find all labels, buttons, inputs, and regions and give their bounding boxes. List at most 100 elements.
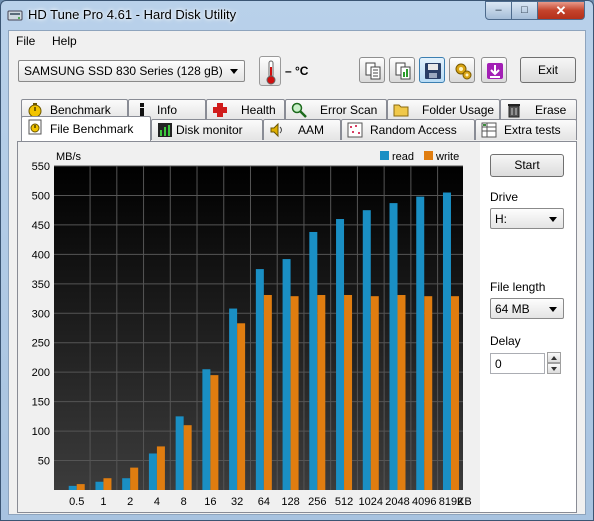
tab-label: Folder Usage bbox=[422, 103, 495, 117]
write-bar bbox=[344, 295, 353, 490]
health-cross-icon bbox=[213, 103, 227, 117]
magnifier-icon bbox=[291, 102, 307, 118]
read-bar bbox=[148, 453, 157, 490]
tab-aam[interactable]: AAM bbox=[263, 119, 341, 140]
menu-bar: File Help bbox=[9, 31, 585, 51]
chevron-down-icon bbox=[230, 69, 238, 74]
tab-folder-usage[interactable]: Folder Usage bbox=[387, 99, 500, 120]
menu-help[interactable]: Help bbox=[52, 34, 77, 48]
tab-label: Error Scan bbox=[320, 103, 378, 117]
tab-label: Info bbox=[157, 103, 178, 117]
exit-button[interactable]: Exit bbox=[520, 57, 576, 83]
tab-error-scan[interactable]: Error Scan bbox=[285, 99, 387, 120]
thermometer-icon bbox=[259, 56, 281, 86]
x-tick-label: 64 bbox=[258, 496, 270, 508]
title-bar[interactable]: HD Tune Pro 4.61 - Hard Disk Utility – □… bbox=[1, 1, 593, 29]
tab-extra-tests[interactable]: Extra tests bbox=[475, 119, 577, 140]
x-tick-label: 128 bbox=[281, 496, 299, 508]
drive-select-value: SAMSUNG SSD 830 Series (128 gB) bbox=[24, 64, 223, 78]
y-tick-label: 550 bbox=[32, 161, 50, 173]
x-tick-label: 2048 bbox=[385, 496, 409, 508]
x-tick-label: 512 bbox=[335, 496, 353, 508]
write-bar bbox=[397, 295, 406, 490]
options-icon bbox=[455, 63, 472, 80]
read-bar bbox=[282, 259, 291, 490]
legend-read-swatch bbox=[380, 151, 389, 160]
y-tick-label: 400 bbox=[32, 249, 50, 261]
x-tick-label: 1 bbox=[100, 496, 106, 508]
drive-select[interactable]: SAMSUNG SSD 830 Series (128 gB) bbox=[18, 60, 245, 82]
delay-spinner[interactable] bbox=[547, 352, 561, 374]
read-bar bbox=[95, 481, 104, 490]
spin-up-button[interactable] bbox=[547, 352, 561, 363]
copy-text-icon bbox=[365, 62, 381, 80]
tab-health[interactable]: Health bbox=[206, 99, 285, 120]
tab-label: File Benchmark bbox=[50, 122, 134, 136]
close-button[interactable]: ✕ bbox=[537, 1, 585, 20]
read-bar bbox=[175, 416, 184, 490]
write-bar bbox=[156, 446, 165, 490]
x-unit-label: KB bbox=[457, 496, 472, 508]
read-bar bbox=[309, 231, 318, 490]
copy-text-button[interactable] bbox=[359, 57, 385, 83]
tab-label: Extra tests bbox=[504, 123, 561, 137]
options-button[interactable] bbox=[449, 57, 475, 83]
scatter-grid-icon bbox=[347, 122, 363, 138]
read-bar bbox=[229, 308, 238, 490]
write-bar bbox=[317, 295, 326, 490]
save-button[interactable] bbox=[419, 57, 445, 83]
file-length-select[interactable]: 64 MB bbox=[490, 298, 564, 319]
x-tick-label: 16 bbox=[204, 496, 216, 508]
download-icon bbox=[487, 63, 503, 79]
read-bar bbox=[389, 203, 398, 490]
x-tick-label: 4 bbox=[154, 496, 160, 508]
tab-random-access[interactable]: Random Access bbox=[341, 119, 475, 140]
stopwatch-document-icon bbox=[28, 119, 42, 135]
write-bar bbox=[76, 484, 85, 490]
maximize-button[interactable]: □ bbox=[511, 1, 538, 20]
drive-letter-select[interactable]: H: bbox=[490, 208, 564, 229]
temperature-readout: – °C bbox=[285, 64, 309, 78]
tab-label: Benchmark bbox=[50, 103, 111, 117]
chevron-down-icon bbox=[549, 307, 557, 312]
copy-image-button[interactable] bbox=[389, 57, 415, 83]
y-tick-label: 250 bbox=[32, 338, 50, 350]
read-bar bbox=[336, 219, 345, 490]
write-bar bbox=[103, 478, 112, 490]
download-button[interactable] bbox=[481, 57, 507, 83]
write-bar bbox=[183, 425, 192, 490]
delay-input[interactable]: 0 bbox=[490, 353, 545, 374]
file-length-label: File length bbox=[490, 280, 546, 294]
write-bar bbox=[370, 296, 379, 490]
bar-chart-icon bbox=[158, 123, 172, 137]
spin-down-button[interactable] bbox=[547, 363, 561, 374]
y-axis-label: MB/s bbox=[56, 151, 82, 163]
menu-file[interactable]: File bbox=[16, 34, 35, 48]
tab-erase[interactable]: Erase bbox=[500, 99, 577, 120]
chevron-down-icon bbox=[549, 217, 557, 222]
app-window: HD Tune Pro 4.61 - Hard Disk Utility – □… bbox=[0, 0, 594, 521]
write-bar bbox=[290, 296, 299, 490]
drive-letter-value: H: bbox=[495, 212, 507, 226]
tab-label: Erase bbox=[535, 103, 567, 117]
legend-write-label: write bbox=[435, 151, 459, 163]
read-bar bbox=[122, 478, 131, 490]
x-tick-label: 256 bbox=[308, 496, 326, 508]
y-tick-label: 450 bbox=[32, 220, 50, 232]
tab-file-benchmark[interactable]: File Benchmark bbox=[21, 116, 151, 141]
legend-read-label: read bbox=[392, 151, 414, 163]
read-bar bbox=[68, 485, 77, 490]
y-tick-label: 100 bbox=[32, 426, 50, 438]
start-button[interactable]: Start bbox=[490, 154, 564, 177]
read-bar bbox=[442, 192, 451, 490]
read-bar bbox=[416, 196, 425, 490]
write-bar bbox=[450, 296, 459, 490]
tab-disk-monitor[interactable]: Disk monitor bbox=[151, 119, 263, 140]
x-tick-label: 2 bbox=[127, 496, 133, 508]
delay-label: Delay bbox=[490, 334, 521, 348]
save-icon bbox=[425, 63, 441, 79]
y-tick-label: 50 bbox=[38, 456, 50, 468]
y-tick-label: 500 bbox=[32, 190, 50, 202]
minimize-button[interactable]: – bbox=[485, 1, 512, 20]
tab-label: AAM bbox=[298, 123, 325, 137]
